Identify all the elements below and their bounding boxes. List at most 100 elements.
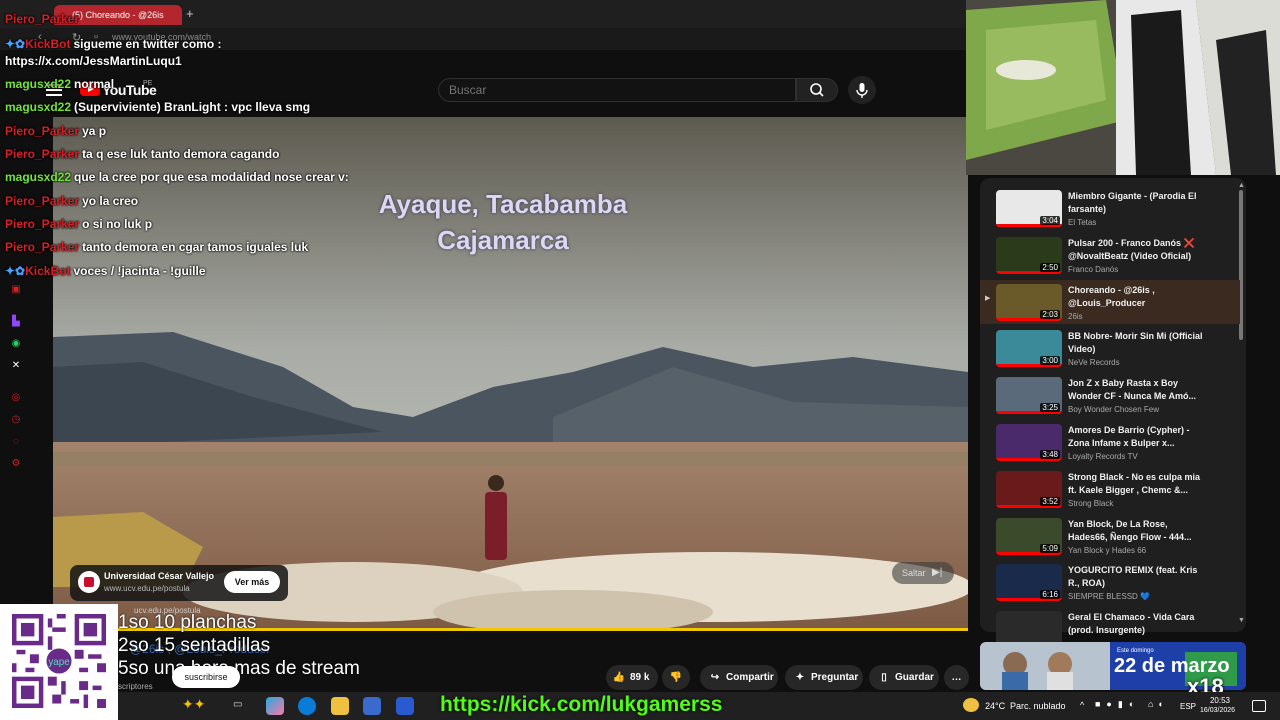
video-duration: 3:25	[1040, 403, 1060, 413]
search-button[interactable]	[796, 78, 838, 102]
playlist-item[interactable]: 3:52 Strong Black - No es culpa mia ft. K…	[980, 467, 1240, 511]
tray-icons[interactable]: ■●▮◐	[1095, 699, 1140, 710]
playlist-item[interactable]: 3:00 BB Nobre- Morir Sin Mi (Official Vid…	[980, 326, 1240, 370]
settings-icon[interactable]: ⚙	[9, 457, 23, 471]
chat-icon[interactable]: ◌	[9, 435, 23, 449]
playlist-item[interactable]: 2:50 Pulsar 200 - Franco Danós ❌ @NovaltB…	[980, 233, 1240, 277]
playlist-item[interactable]: 6:16 YOGURCITO REMIX (feat. Kris R., ROA)…	[980, 560, 1240, 604]
weather-icon[interactable]	[963, 698, 979, 712]
playlist-item-title[interactable]: Yan Block, De La Rose, Hades66, Ñengo Fl…	[1068, 518, 1208, 544]
now-playing-icon: ▶	[985, 294, 991, 302]
play-circle-icon[interactable]: ◎	[9, 391, 23, 405]
file-explorer-icon[interactable]	[331, 697, 349, 715]
clock-icon[interactable]: ◷	[9, 413, 23, 427]
video-duration: 2:03	[1040, 309, 1060, 319]
kick-icon[interactable]: ▣	[9, 283, 23, 297]
search-icon	[810, 83, 824, 97]
playlist-item-title[interactable]: Pulsar 200 - Franco Danós ❌ @NovaltBeatz…	[1068, 237, 1208, 263]
share-icon: ↪	[710, 672, 720, 683]
chat-message: magusxd22 normal	[5, 77, 114, 91]
playlist-thumbnail[interactable]: 3:52	[996, 470, 1062, 508]
chat-username: Piero_Parker	[5, 217, 80, 231]
skip-ad-button[interactable]: Saltar	[892, 562, 954, 584]
thumbs-up-icon: 👍	[612, 672, 626, 683]
ask-button[interactable]: ✦ Preguntar	[785, 665, 863, 690]
webcam-frame	[966, 0, 1280, 175]
playlist-item-channel: Boy Wonder Chosen Few	[1068, 405, 1160, 415]
edge-icon[interactable]	[298, 697, 316, 715]
playlist-item-title[interactable]: Strong Black - No es culpa mia ft. Kaele…	[1068, 471, 1208, 497]
network-volume-icons[interactable]: ⌂◖	[1148, 699, 1167, 709]
chat-text: normal	[74, 77, 115, 91]
playlist-item-channel: Franco Danós	[1068, 264, 1119, 274]
playlist-thumbnail[interactable]: 3:00	[996, 330, 1062, 368]
notification-icon[interactable]	[1252, 700, 1266, 712]
skip-next-icon: ▶|	[932, 567, 943, 578]
playlist-item-channel: Yan Block y Hades 66	[1068, 545, 1147, 555]
store-icon[interactable]	[363, 697, 381, 715]
playlist-thumbnail[interactable]: 3:48	[996, 424, 1062, 461]
playlist-item-title[interactable]: Geral El Chamaco - Vida Cara (prod. Insu…	[1068, 611, 1208, 637]
copilot-sparkle-icon[interactable]: ✦✦	[182, 696, 205, 713]
video-duration: 3:48	[1040, 450, 1060, 459]
playlist-thumbnail[interactable]: 2:03	[996, 283, 1062, 321]
save-label: Guardar	[895, 672, 934, 683]
playlist-item[interactable]: ▶ 2:03 Choreando - @26is , @Louis_Producer…	[980, 279, 1240, 324]
playlist-thumbnail[interactable]: 3:04	[996, 190, 1062, 227]
weather-description[interactable]: Parc. nublado	[1010, 701, 1066, 711]
chat-text: voces / !jacinta - !guille	[73, 264, 206, 278]
ask-label: Preguntar	[811, 672, 859, 683]
taskbar-date[interactable]: 16/03/2026	[1200, 707, 1235, 714]
new-tab-button[interactable]: +	[186, 6, 194, 21]
x-twitter-icon[interactable]: ✕	[9, 359, 23, 373]
playlist-item[interactable]: 3:04 Miembro Gigante - (Parodia El farsan…	[980, 186, 1240, 230]
chat-message: https://x.com/JessMartinLuqu1	[5, 54, 182, 68]
playlist-thumbnail[interactable]: 2:50	[996, 236, 1062, 274]
playlist-item-title[interactable]: Choreando - @26is , @Louis_Producer	[1068, 284, 1208, 310]
dislike-button[interactable]: 👎	[662, 665, 690, 690]
stream-goals-overlay: 1so 10 planchas 2so 15 sentadillas 5so u…	[118, 611, 360, 680]
save-button[interactable]: ▯ Guardar	[869, 665, 939, 690]
chat-message: magusxd22 que la cree por que esa modalid…	[5, 170, 349, 184]
twitch-icon[interactable]: ▙	[9, 315, 23, 329]
playlist-item-channel: Strong Black	[1068, 498, 1114, 508]
more-actions-button[interactable]: …	[944, 665, 969, 690]
chat-text: ta q ese luk tanto demora cagando	[82, 147, 280, 161]
playlist-item-title[interactable]: Amores De Barrio (Cypher) - Zona Infame …	[1068, 424, 1208, 450]
video-duration: 6:16	[1040, 590, 1060, 600]
playlist-item-title[interactable]: BB Nobre- Morir Sin Mi (Official Video)	[1068, 330, 1208, 356]
like-count: 89 k	[630, 672, 650, 683]
bookmark-icon: ▯	[881, 672, 887, 683]
chat-text: yo la creo	[82, 194, 139, 208]
video-duration: 3:00	[1040, 356, 1060, 366]
playlist-item[interactable]: 5:09 Yan Block, De La Rose, Hades66, Ñeng…	[980, 514, 1240, 558]
ad-cta-button[interactable]: Ver más	[224, 571, 280, 593]
mail-icon[interactable]	[396, 697, 414, 715]
playlist-item[interactable]: 3:25 Jon Z x Baby Rasta x Boy Wonder CF -…	[980, 373, 1240, 417]
voice-search-button[interactable]	[848, 76, 876, 104]
input-language[interactable]: ESP	[1180, 702, 1196, 711]
playlist-thumbnail[interactable]: 5:09	[996, 517, 1062, 555]
task-view-icon[interactable]: ▭	[233, 699, 242, 710]
playlist-item[interactable]: 3:48 Amores De Barrio (Cypher) - Zona Inf…	[980, 420, 1240, 464]
playlist-item-title[interactable]: Miembro Gigante - (Parodia El farsante)	[1068, 190, 1208, 216]
tray-overflow-icon[interactable]: ^	[1080, 700, 1084, 710]
copilot-app-icon[interactable]	[266, 697, 284, 715]
chat-text: (Superviviente) BranLight : vpc lleva sm…	[74, 100, 311, 114]
weather-temperature[interactable]: 24°C	[985, 701, 1005, 711]
playlist-item-title[interactable]: YOGURCITO REMIX (feat. Kris R., ROA)	[1068, 564, 1208, 590]
chat-username: Piero_Parker	[5, 194, 80, 208]
search-input[interactable]	[438, 78, 796, 102]
sparkle-icon: ✦	[795, 672, 805, 683]
playlist-item-title[interactable]: Jon Z x Baby Rasta x Boy Wonder CF - Nun…	[1068, 377, 1208, 403]
subscribe-button[interactable]: suscribirse	[172, 666, 240, 688]
like-button[interactable]: 👍 89 k	[606, 665, 658, 690]
chat-username: magusxd22	[5, 77, 72, 91]
playlist-thumbnail[interactable]: 3:25	[996, 377, 1062, 415]
taskbar-clock[interactable]: 20:53	[1200, 696, 1230, 705]
chat-message: Piero_Parker	[5, 12, 82, 26]
video-duration: 3:52	[1040, 496, 1060, 506]
playlist-thumbnail[interactable]: 6:16	[996, 564, 1062, 602]
share-button[interactable]: ↪ Compartir	[700, 665, 778, 690]
whatsapp-icon[interactable]: ◉	[9, 337, 23, 351]
